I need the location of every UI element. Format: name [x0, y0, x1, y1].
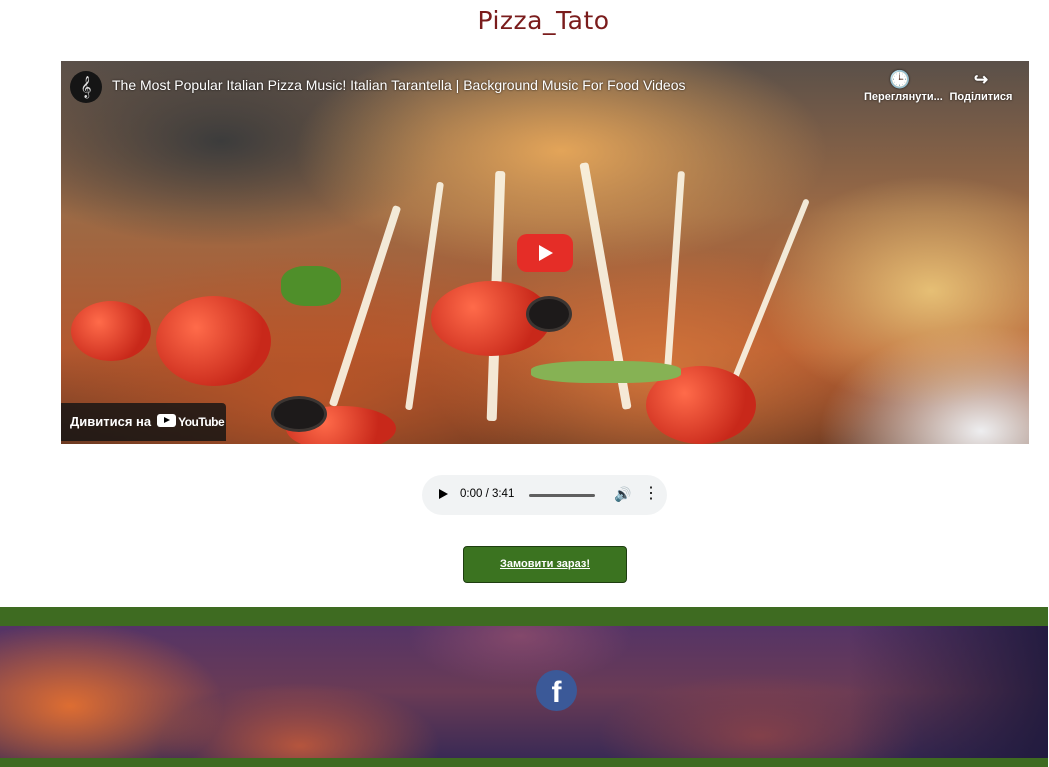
volume-icon[interactable]: 🔊 — [614, 486, 631, 503]
cheese-strand — [405, 181, 444, 411]
watch-on-youtube-button[interactable]: Дивитися на YouTube — [61, 403, 226, 441]
youtube-video-embed[interactable]: 𝄞 The Most Popular Italian Pizza Music! … — [61, 61, 1029, 444]
facebook-icon[interactable]: f — [536, 670, 577, 711]
treble-clef-icon: 𝄞 — [80, 76, 92, 98]
audio-player[interactable]: 0:00 / 3:41 🔊 ⋮ — [422, 475, 667, 515]
channel-avatar[interactable]: 𝄞 — [70, 71, 102, 103]
clock-icon: 🕒 — [889, 70, 911, 89]
youtube-wordmark: YouTube — [178, 415, 225, 429]
share-button[interactable]: ↪ Поділитися — [946, 70, 1016, 104]
cheese-strand — [328, 204, 402, 408]
tomato-slice — [71, 301, 151, 361]
watch-later-button[interactable]: 🕒 Переглянути... — [864, 70, 943, 104]
site-title: Pizza_Tato — [477, 6, 610, 35]
audio-time: 0:00 / 3:41 — [460, 488, 515, 500]
olive-slice — [271, 396, 327, 432]
youtube-logo-icon — [157, 414, 177, 428]
share-label: Поділитися — [949, 91, 1013, 103]
video-title[interactable]: The Most Popular Italian Pizza Music! It… — [112, 77, 686, 93]
herb-leaf — [281, 266, 341, 306]
watch-on-label: Дивитися на — [70, 414, 152, 429]
audio-progress-slider[interactable] — [529, 494, 595, 497]
watch-later-label: Переглянути... — [864, 91, 943, 103]
video-play-button[interactable] — [517, 234, 573, 272]
olive-slice — [526, 296, 572, 332]
cheese-strand — [664, 170, 685, 372]
footer-bottom-band — [0, 758, 1049, 767]
play-icon[interactable] — [439, 489, 448, 499]
tomato-slice — [156, 296, 271, 386]
share-arrow-icon: ↪ — [973, 70, 989, 89]
footer-top-band — [0, 607, 1049, 626]
pepper-strip — [531, 361, 681, 383]
more-options-icon[interactable]: ⋮ — [643, 485, 659, 503]
order-now-button[interactable]: Замовити зараз! — [463, 546, 627, 583]
footer: f — [0, 626, 1049, 758]
